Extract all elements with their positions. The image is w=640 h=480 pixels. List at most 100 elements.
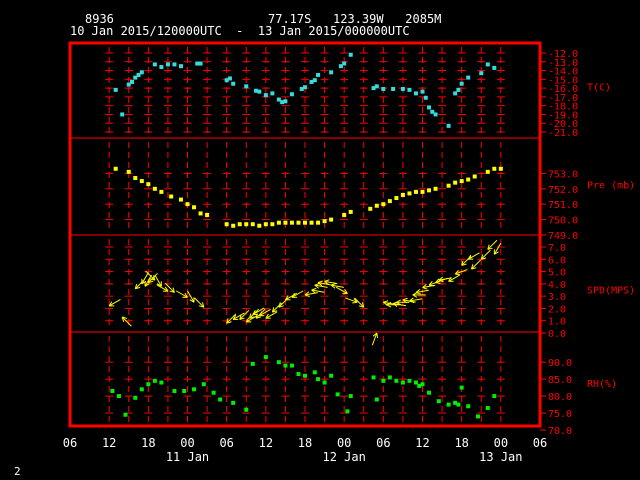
y-tick-label: 0.0 [548, 329, 566, 340]
temperature-point [289, 92, 294, 97]
pressure-point [113, 166, 118, 171]
humidity-point [381, 378, 386, 383]
pressure-point [381, 202, 386, 207]
humidity-point [296, 372, 301, 377]
humidity-point [263, 355, 268, 360]
humidity-point [400, 380, 405, 385]
temperature-point [453, 91, 458, 96]
temperature-point [466, 75, 471, 80]
humidity-point [485, 405, 490, 410]
y-tick-label: 4.0 [548, 280, 566, 291]
pressure-point [178, 197, 183, 202]
pressure-point [329, 217, 334, 222]
x-tick-label: 06 [533, 436, 547, 450]
humidity-point [371, 375, 376, 380]
humidity-point [394, 378, 399, 383]
pressure-point [427, 188, 432, 193]
humidity-point [329, 373, 334, 378]
temperature-point [391, 86, 396, 91]
pressure-point [322, 219, 327, 224]
panel-label-pressure: Pre (mb) [587, 181, 635, 192]
y-tick-label: 749.0 [548, 231, 578, 242]
y-tick-label: 3.0 [548, 292, 566, 303]
pressure-point [133, 176, 138, 181]
y-tick-label: 6.0 [548, 255, 566, 266]
humidity-point [387, 375, 392, 380]
pressure-point [466, 177, 471, 182]
x-tick-label: 12 [102, 436, 116, 450]
temperature-point [407, 87, 412, 92]
y-tick-label: 90.0 [548, 358, 572, 369]
pressure-point [169, 194, 174, 199]
pressure-point [283, 220, 288, 225]
y-tick-label: 80.0 [548, 392, 572, 403]
y-tick-label: 5.0 [548, 268, 566, 279]
pressure-point [459, 179, 464, 184]
humidity-point [110, 389, 115, 393]
y-tick-label: 75.0 [548, 409, 572, 420]
humidity-point [283, 363, 288, 368]
humidity-point [250, 361, 255, 366]
pressure-point [205, 212, 210, 217]
pressure-point [276, 220, 281, 225]
x-tick-label: 18 [298, 436, 312, 450]
x-tick-label: 12 [415, 436, 429, 450]
temperature-point [456, 87, 461, 92]
temperature-point [159, 65, 164, 70]
humidity-point [459, 385, 464, 390]
humidity-point [420, 382, 425, 387]
humidity-point [436, 399, 441, 404]
temperature-point [257, 89, 262, 94]
pressure-point [185, 202, 190, 207]
temperature-point [374, 84, 379, 89]
y-tick-label: 751.0 [548, 200, 578, 211]
temperature-point [446, 123, 451, 128]
humidity-point [123, 412, 128, 417]
humidity-point [348, 394, 353, 399]
humidity-point [146, 382, 151, 387]
humidity-point [133, 395, 138, 400]
temperature-point [231, 81, 236, 86]
temperature-point [165, 62, 170, 67]
pressure-point [413, 189, 418, 194]
pressure-point [472, 174, 477, 179]
humidity-point [407, 378, 412, 383]
x-tick-label: 06 [63, 436, 77, 450]
humidity-point [427, 390, 432, 395]
y-tick-label: 752.0 [548, 185, 578, 196]
pressure-point [257, 223, 262, 228]
temperature-point [312, 78, 317, 83]
x-tick-label: 00 [494, 436, 508, 450]
x-tick-label: 00 [337, 436, 351, 450]
humidity-point [312, 370, 317, 375]
pressure-point [387, 199, 392, 204]
temperature-point [427, 105, 432, 110]
humidity-point [244, 407, 249, 412]
humidity-point [345, 409, 350, 414]
temperature-point [244, 84, 249, 89]
pressure-point [420, 189, 425, 194]
temperature-point [433, 112, 438, 117]
pressure-point [368, 206, 373, 211]
humidity-point [475, 414, 480, 419]
pressure-point [303, 220, 307, 225]
pressure-point [433, 186, 438, 191]
humidity-point [322, 380, 327, 385]
y-tick-label: 85.0 [548, 375, 572, 386]
temperature-point [303, 85, 307, 90]
humidity-point [289, 363, 294, 368]
temperature-point [130, 79, 135, 84]
temperature-point [227, 76, 232, 81]
y-tick-label: -21.0 [548, 128, 578, 139]
temperature-point [120, 112, 125, 117]
pressure-point [342, 212, 347, 217]
pressure-point [263, 222, 268, 227]
time-range: 10 Jan 2015/120000UTC - 13 Jan 2015/0000… [70, 24, 410, 38]
temperature-point [459, 81, 464, 86]
pressure-point [394, 196, 399, 201]
temperature-point [198, 61, 203, 66]
humidity-point [192, 387, 197, 392]
pressure-point [407, 191, 412, 196]
pressure-point [250, 222, 255, 227]
humidity-point [218, 397, 223, 402]
